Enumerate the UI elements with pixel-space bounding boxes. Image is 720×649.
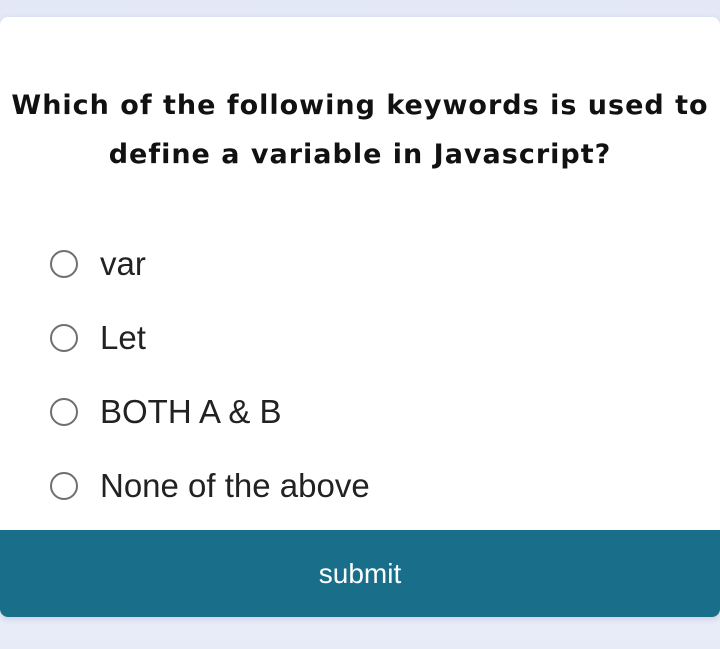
option-none[interactable]: None of the above	[50, 449, 370, 523]
question-text: Which of the following keywords is used …	[11, 90, 709, 170]
radio-button[interactable]	[50, 472, 78, 500]
option-label: var	[100, 245, 146, 282]
option-label: BOTH A & B	[100, 393, 282, 430]
option-label: None of the above	[100, 467, 370, 504]
radio-button[interactable]	[50, 398, 78, 426]
answer-options: var Let BOTH A & B None of the above	[50, 227, 370, 523]
submit-button[interactable]: submit	[0, 530, 720, 617]
radio-button[interactable]	[50, 250, 78, 278]
quiz-card: Which of the following keywords is used …	[0, 17, 720, 617]
radio-button[interactable]	[50, 324, 78, 352]
option-let[interactable]: Let	[50, 301, 370, 375]
option-var[interactable]: var	[50, 227, 370, 301]
option-both[interactable]: BOTH A & B	[50, 375, 370, 449]
option-label: Let	[100, 319, 146, 356]
